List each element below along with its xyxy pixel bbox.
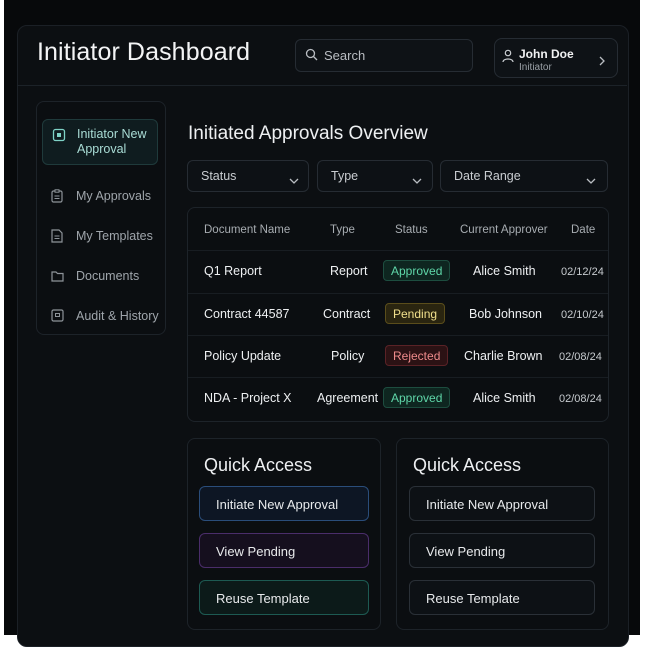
column-header: Current Approver — [460, 224, 548, 236]
date: 02/08/24 — [559, 351, 602, 363]
current-approver: Charlie Brown — [464, 349, 543, 363]
sidebar: Initiator New Approval My Approvals My T… — [36, 101, 166, 335]
sidebar-item-documents[interactable]: Documents — [37, 258, 165, 294]
document-type: Report — [330, 264, 368, 278]
button-label: Initiate New Approval — [216, 497, 339, 512]
column-header: Type — [330, 224, 355, 236]
current-approver: Alice Smith — [473, 391, 536, 405]
card-title: Quick Access — [204, 455, 313, 475]
document-name: NDA - Project X — [204, 391, 292, 405]
filter-label: Status — [201, 169, 237, 183]
sidebar-item-label: Initiator New Approval — [77, 127, 147, 156]
square-icon — [52, 128, 66, 147]
button-label: Reuse Template — [216, 591, 310, 606]
document-icon — [51, 229, 63, 248]
initiate-new-approval-button[interactable]: Initiate New Approval — [199, 486, 369, 521]
filter-label: Date Range — [454, 169, 521, 183]
approvals-table: Document Name Type Status Current Approv… — [187, 207, 609, 422]
reuse-template-button[interactable]: Reuse Template — [409, 580, 595, 615]
column-header: Date — [571, 224, 596, 236]
status-badge: Approved — [383, 387, 451, 408]
document-name: Contract 44587 — [204, 307, 290, 321]
sidebar-item-label: Documents — [76, 269, 140, 283]
status-filter[interactable]: Status — [187, 160, 309, 192]
status-badge: Approved — [383, 260, 451, 281]
user-name: John Doe — [519, 47, 574, 61]
filter-label: Type — [331, 169, 359, 183]
table-row[interactable]: NDA - Project X Agreement Approved Alice… — [188, 377, 608, 420]
user-icon — [502, 49, 514, 68]
document-type: Policy — [331, 349, 365, 363]
search-icon — [305, 48, 318, 66]
status-badge: Pending — [385, 303, 446, 324]
sidebar-item-audit-history[interactable]: Audit & History — [37, 298, 165, 334]
search-input[interactable]: Search — [295, 39, 473, 72]
current-approver: Bob Johnson — [469, 307, 542, 321]
clipboard-icon — [51, 189, 63, 208]
type-filter[interactable]: Type — [317, 160, 433, 192]
user-menu[interactable]: John Doe Initiator — [494, 38, 618, 78]
sidebar-item-new-approval[interactable]: Initiator New Approval — [42, 119, 158, 165]
sidebar-item-my-approvals[interactable]: My Approvals — [37, 178, 165, 214]
date-range-filter[interactable]: Date Range — [440, 160, 608, 192]
sidebar-item-label: My Approvals — [76, 189, 152, 203]
date: 02/12/24 — [561, 266, 604, 278]
document-name: Policy Update — [204, 349, 282, 363]
button-label: View Pending — [216, 544, 296, 559]
document-type: Contract — [323, 307, 371, 321]
header-divider — [17, 85, 627, 86]
table-row[interactable]: Contract 44587 Contract Pending Bob John… — [188, 293, 608, 336]
document-name: Q1 Report — [204, 264, 262, 278]
chevron-down-icon — [586, 172, 596, 190]
folder-icon — [51, 269, 64, 287]
button-label: Reuse Template — [426, 591, 520, 606]
reuse-template-button[interactable]: Reuse Template — [199, 580, 369, 615]
chevron-right-icon — [598, 53, 606, 71]
page-title: Initiator Dashboard — [37, 38, 251, 66]
chevron-down-icon — [412, 172, 422, 190]
button-label: Initiate New Approval — [426, 497, 549, 512]
column-header: Status — [395, 224, 428, 236]
card-title: Quick Access — [413, 455, 522, 475]
table-row[interactable]: Policy Update Policy Rejected Charlie Br… — [188, 335, 608, 378]
sidebar-item-my-templates[interactable]: My Templates — [37, 218, 165, 254]
status-badge: Rejected — [385, 345, 449, 366]
archive-icon — [51, 309, 64, 327]
current-approver: Alice Smith — [473, 264, 536, 278]
date: 02/08/24 — [559, 393, 602, 405]
initiate-new-approval-button[interactable]: Initiate New Approval — [409, 486, 595, 521]
date: 02/10/24 — [561, 309, 604, 321]
document-type: Agreement — [317, 391, 379, 405]
sidebar-item-label: My Templates — [76, 229, 153, 243]
chevron-down-icon — [289, 172, 299, 190]
search-placeholder: Search — [324, 48, 366, 63]
column-header: Document Name — [204, 224, 291, 236]
user-role: Initiator — [519, 62, 552, 73]
quick-access-card: Quick Access Initiate New Approval View … — [396, 438, 609, 630]
table-row[interactable]: Q1 Report Report Approved Alice Smith 02… — [188, 250, 608, 293]
view-pending-button[interactable]: View Pending — [409, 533, 595, 568]
view-pending-button[interactable]: View Pending — [199, 533, 369, 568]
button-label: View Pending — [426, 544, 506, 559]
sidebar-item-label: Audit & History — [76, 309, 159, 323]
section-title: Initiated Approvals Overview — [188, 123, 428, 144]
quick-access-card: Quick Access Initiate New Approval View … — [187, 438, 381, 630]
